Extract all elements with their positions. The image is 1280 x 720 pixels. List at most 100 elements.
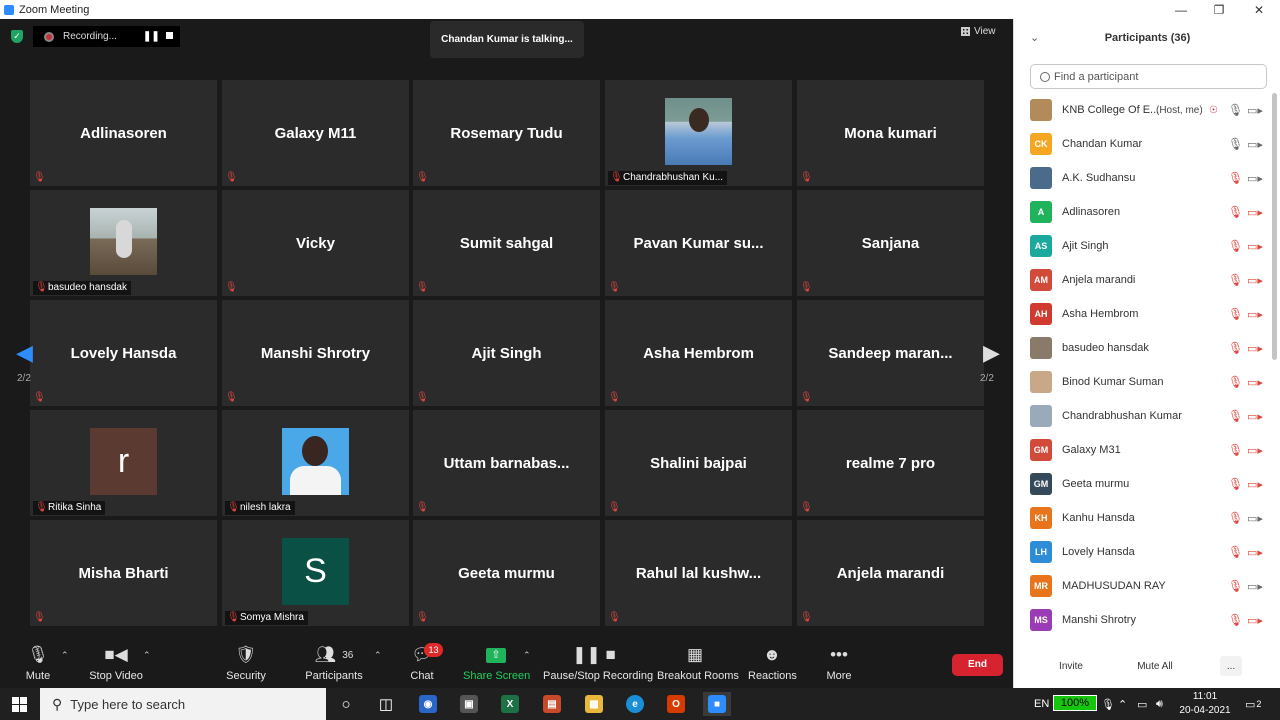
video-tile[interactable]: Lovely Hansda 🎙︎ [30,300,217,406]
zoom-taskbar-icon[interactable]: ■ [703,692,731,716]
battery-percentage[interactable]: 100% [1053,695,1097,711]
mic-icon[interactable]: 🎙︎ [1228,137,1243,151]
mic-muted-icon[interactable]: 🎙︎ [1228,477,1243,491]
camera-off-icon[interactable]: ▭▸ [1247,410,1263,423]
minimize-button[interactable]: — [1162,0,1200,19]
participant-row[interactable]: AS Ajit Singh 🎙︎ ▭▸ [1014,229,1271,263]
file-explorer-icon[interactable]: ▩ [580,692,608,716]
participant-row[interactable]: basudeo hansdak 🎙︎ ▭▸ [1014,331,1271,365]
participant-row[interactable]: MS Manshi Shrotry 🎙︎ ▭▸ [1014,603,1271,637]
security-button[interactable]: 🛡︎ Security [222,644,270,682]
mic-muted-icon[interactable]: 🎙︎ [1228,375,1243,389]
audio-options-caret-icon[interactable]: ⌃ [61,650,69,661]
mic-muted-icon[interactable]: 🎙︎ [1228,205,1243,219]
participant-row[interactable]: Chandrabhushan Kumar 🎙︎ ▭▸ [1014,399,1271,433]
view-button[interactable]: View [961,26,996,37]
video-tile[interactable]: 🎙︎ Chandrabhushan Ku... [605,80,792,186]
participant-search-input[interactable] [1054,70,1254,83]
participant-row[interactable]: A.K. Sudhansu 🎙︎ ▭▸ [1014,161,1271,195]
mic-muted-icon[interactable]: 🎙︎ [1228,273,1243,287]
cortana-icon[interactable]: ○ [332,692,360,716]
video-tile[interactable]: 🎙︎ basudeo hansdak [30,190,217,296]
app-icon-2[interactable]: ▤ [538,692,566,716]
language-indicator[interactable]: EN [1034,688,1049,720]
system-clock[interactable]: 11:01 20-04-2021 [1175,690,1235,718]
camera-off-icon[interactable]: ▭▸ [1247,308,1263,321]
video-tile[interactable]: Mona kumari 🎙︎ [797,80,984,186]
participant-row[interactable]: LH Lovely Hansda 🎙︎ ▭▸ [1014,535,1271,569]
participants-options-caret-icon[interactable]: ⌃ [374,650,382,661]
video-tile[interactable]: Asha Hembrom 🎙︎ [605,300,792,406]
pause-stop-recording-button[interactable]: ❚❚ ■ Pause/Stop Recording [543,644,653,682]
windows-start-icon[interactable] [12,697,27,712]
mute-all-button[interactable]: Mute All [1132,656,1178,676]
notifications-icon[interactable]: ▭ 2 [1245,688,1261,720]
video-tile[interactable]: Sumit sahgal 🎙︎ [413,190,600,296]
participants-scrollbar[interactable] [1272,93,1277,360]
stop-recording-icon[interactable] [166,32,173,39]
pause-recording-icon[interactable]: ❚❚ [143,31,160,42]
camera-off-icon[interactable]: ▭▸ [1247,342,1263,355]
share-screen-button[interactable]: ⇧ Share Screen [463,644,530,682]
video-tile[interactable]: Pavan Kumar su... 🎙︎ [605,190,792,296]
participant-row[interactable]: KH Kanhu Hansda 🎙︎ ▭▸ [1014,501,1271,535]
mute-button[interactable]: 🎙︎ Mute [18,644,58,682]
share-options-caret-icon[interactable]: ⌃ [523,650,531,661]
video-tile[interactable]: Rosemary Tudu 🎙︎ [413,80,600,186]
mic-muted-icon[interactable]: 🎙︎ [1228,171,1243,185]
store-icon[interactable]: ▣ [455,692,483,716]
invite-button[interactable]: Invite [1056,656,1086,676]
video-tile[interactable]: Misha Bharti 🎙︎ [30,520,217,626]
participant-row[interactable]: AH Asha Hembrom 🎙︎ ▭▸ [1014,297,1271,331]
participant-row[interactable]: GM Geeta murmu 🎙︎ ▭▸ [1014,467,1271,501]
camera-off-icon[interactable]: ▭▸ [1247,546,1263,559]
camera-off-icon[interactable]: ▭▸ [1247,376,1263,389]
end-meeting-button[interactable]: End [952,654,1003,676]
camera-off-icon[interactable]: ▭▸ [1247,478,1263,491]
previous-page-icon[interactable]: ◀ [16,340,33,366]
mic-muted-icon[interactable]: 🎙︎ [1228,239,1243,253]
maximize-button[interactable]: ❐ [1200,0,1238,19]
video-tile[interactable]: Sanjana 🎙︎ [797,190,984,296]
close-button[interactable]: ✕ [1240,0,1278,19]
participant-row[interactable]: AM Anjela marandi 🎙︎ ▭▸ [1014,263,1271,297]
camera-icon[interactable]: ▭▸ [1247,512,1263,525]
encryption-shield-icon[interactable]: ✓ [11,30,23,43]
camera-icon[interactable]: ▭▸ [1247,138,1263,151]
camera-off-icon[interactable]: ▭▸ [1247,206,1263,219]
video-tile[interactable]: Adlinasoren 🎙︎ [30,80,217,186]
microphone-tray-icon[interactable]: 🎙︎ [1101,688,1115,720]
edge-browser-icon[interactable]: e [621,692,649,716]
mic-muted-icon[interactable]: 🎙︎ [1228,341,1243,355]
show-hidden-icons-chevron-icon[interactable]: ⌃ [1118,688,1127,720]
video-tile[interactable]: Vicky 🎙︎ [222,190,409,296]
video-tile[interactable]: r 🎙︎ Ritika Sinha [30,410,217,516]
video-tile[interactable]: S 🎙︎ Somya Mishra [222,520,409,626]
video-tile[interactable]: Galaxy M11 🎙︎ [222,80,409,186]
video-options-caret-icon[interactable]: ⌃ [143,650,151,661]
volume-icon[interactable]: 🔊︎ [1156,688,1163,720]
breakout-rooms-button[interactable]: ▦ Breakout Rooms [657,644,739,682]
mic-muted-icon[interactable]: 🎙︎ [1228,443,1243,457]
participants-button[interactable]: 👥︎ 36 Participants [303,644,365,682]
stop-video-button[interactable]: ■◀ Stop Video [86,644,146,682]
video-tile[interactable]: Rahul lal kushw... 🎙︎ [605,520,792,626]
camera-icon[interactable]: ▭▸ [1247,580,1263,593]
excel-icon[interactable]: X [496,692,524,716]
mic-muted-icon[interactable]: 🎙︎ [1228,409,1243,423]
participant-row[interactable]: A Adlinasoren 🎙︎ ▭▸ [1014,195,1271,229]
mic-muted-icon[interactable]: 🎙︎ [1228,307,1243,321]
participant-row[interactable]: Binod Kumar Suman 🎙︎ ▭▸ [1014,365,1271,399]
camera-icon[interactable]: ▭▸ [1247,104,1263,117]
mic-icon[interactable]: 🎙︎ [1228,103,1243,117]
video-tile[interactable]: realme 7 pro 🎙︎ [797,410,984,516]
reactions-button[interactable]: ☻ Reactions [748,644,797,682]
camera-icon[interactable]: ▭▸ [1247,172,1263,185]
participant-search-box[interactable] [1030,64,1267,89]
video-tile[interactable]: Ajit Singh 🎙︎ [413,300,600,406]
app-icon-1[interactable]: ◉ [414,692,442,716]
camera-off-icon[interactable]: ▭▸ [1247,614,1263,627]
mic-muted-icon[interactable]: 🎙︎ [1228,613,1243,627]
next-page-icon[interactable]: ▶ [983,340,1000,366]
mic-muted-icon[interactable]: 🎙︎ [1228,545,1243,559]
